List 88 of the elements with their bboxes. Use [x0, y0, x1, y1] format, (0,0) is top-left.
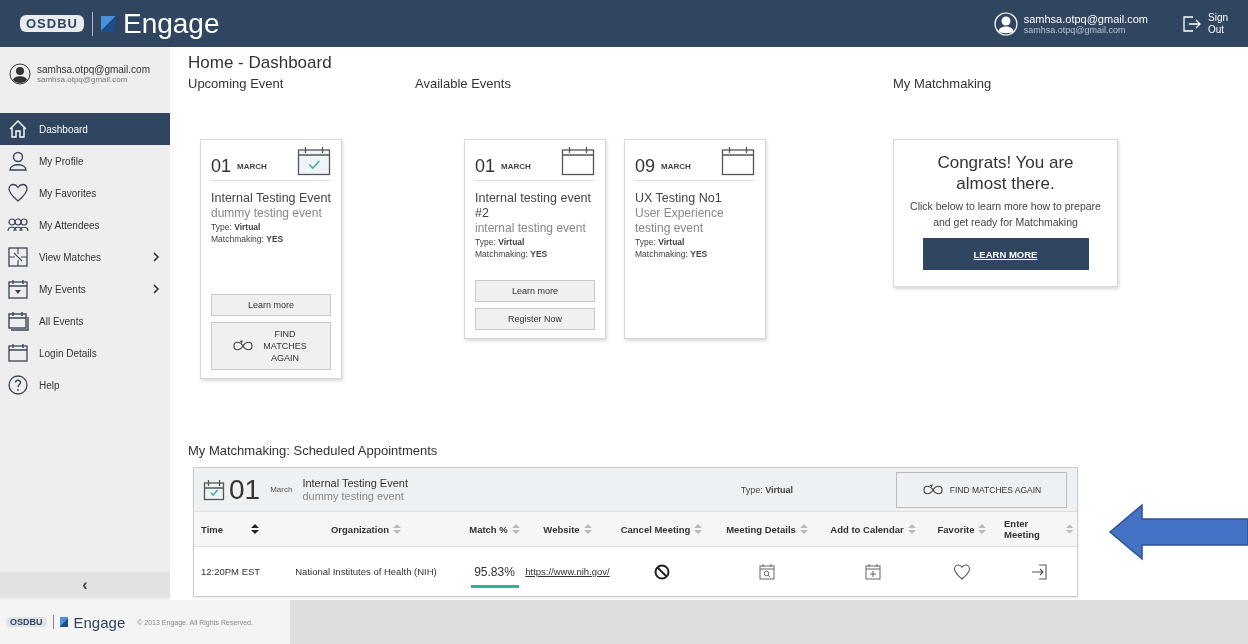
calendar-icon [7, 310, 29, 332]
section-heading: Upcoming Event [188, 75, 285, 93]
sign-out-link[interactable]: Sign Out [1208, 11, 1230, 36]
card-text: Click below to learn more how to prepare and get ready for Matchmaking [909, 199, 1102, 230]
event-matchmaking: Matchmaking: YES [211, 233, 285, 245]
sort-icon[interactable] [251, 524, 259, 534]
column-header[interactable]: Meeting Details [726, 523, 796, 535]
avatar-icon [9, 63, 31, 85]
section-heading: My Matchmaking: Scheduled Appointments [188, 442, 439, 460]
nav-item[interactable]: All Events [0, 305, 170, 337]
section-heading: Available Events [415, 75, 512, 93]
event-matchmaking: Matchmaking: YES [475, 248, 549, 260]
nav-item[interactable]: Help [0, 369, 170, 401]
column-header[interactable]: Website [543, 523, 580, 535]
column-header[interactable]: Match % [469, 523, 508, 535]
event-month: MARCH [237, 162, 268, 173]
help-icon [7, 374, 29, 396]
calendar-search-icon[interactable] [758, 562, 776, 581]
nav-item[interactable]: My Events [0, 273, 170, 305]
section-heading: My Matchmaking [893, 75, 993, 93]
logo-mark: OSDBU [6, 617, 47, 627]
card-button[interactable]: Learn more [211, 294, 331, 316]
nav-item[interactable]: My Profile [0, 145, 170, 177]
cancel-icon[interactable] [652, 562, 671, 581]
heart-icon[interactable] [953, 562, 971, 581]
event-month: MARCH [501, 162, 532, 173]
calendar-add-icon[interactable] [864, 562, 882, 581]
logo-text: Engage [73, 613, 126, 631]
event-type: Type: Virtual [635, 236, 686, 248]
user-email: samhsa.otpq@gmail.com [1023, 24, 1126, 35]
heart-icon [7, 182, 29, 204]
find-matches-button[interactable]: FIND MATCHES AGAIN [896, 471, 1067, 508]
event-type: Type: Virtual [740, 484, 793, 495]
enter-icon[interactable] [1029, 562, 1048, 581]
sign-out-icon[interactable] [1182, 13, 1202, 34]
collapse-button[interactable]: ‹ [0, 572, 170, 598]
event-month: MARCH [661, 162, 692, 173]
table-cell-text: National Institutes of Health (NIH) [294, 566, 438, 577]
event-day: 09 [635, 156, 656, 176]
column-header[interactable]: Add to Calendar [830, 523, 904, 535]
event-subtitle: dummy testing event [302, 489, 405, 503]
nav-item[interactable]: My Favorites [0, 177, 170, 209]
user-email: samhsa.otpq@gmail.com [37, 75, 129, 84]
logo-mark: OSDBU [20, 15, 84, 32]
user-name: samhsa.otpq@gmail.com [37, 64, 150, 75]
event-type: Type: Virtual [211, 221, 262, 233]
logo-icon [59, 617, 68, 627]
card-button[interactable]: Learn more [475, 280, 595, 302]
website-link[interactable]: https://www.nih.gov/ [525, 566, 610, 577]
event-month: March [270, 485, 293, 494]
column-header[interactable]: Favorite [937, 523, 975, 535]
avatar-icon[interactable] [993, 11, 1018, 36]
nav-item[interactable]: Dashboard [0, 113, 170, 145]
event-subtitle: internal testing event [475, 221, 587, 236]
nav-item[interactable]: Login Details [0, 337, 170, 369]
event-title: Internal testing event #2 [475, 191, 593, 221]
event-day: 01 [475, 156, 496, 176]
event-day: 01 [211, 156, 232, 176]
person-icon [7, 150, 29, 172]
user-name: samhsa.otpq@gmail.com [1023, 12, 1148, 25]
puzzle-icon [7, 246, 29, 268]
event-day: 01 [229, 473, 261, 506]
find-matches-button[interactable]: FIND MATCHES AGAIN [211, 322, 331, 370]
match-bar [470, 585, 519, 588]
home-icon [7, 118, 29, 140]
card-button[interactable]: Register Now [475, 308, 595, 330]
event-type: Type: Virtual [475, 236, 526, 248]
column-header[interactable]: Cancel Meeting [620, 523, 691, 535]
page-title: Home - Dashboard [188, 53, 333, 73]
nav-item[interactable]: My Attendees [0, 209, 170, 241]
match-percent: 95.83% [474, 565, 515, 579]
event-title: Internal Testing Event [211, 191, 331, 206]
event-subtitle: User Experience testing event [635, 206, 725, 236]
event-matchmaking: Matchmaking: YES [635, 248, 709, 260]
logo-icon [100, 15, 115, 32]
column-header[interactable]: Time [201, 523, 223, 535]
card-title: Congrats! You are almost there. [936, 152, 1075, 194]
column-header[interactable]: Organization [330, 523, 390, 535]
calendar-icon [7, 342, 29, 364]
column-header[interactable]: Enter Meeting [1004, 518, 1062, 540]
event-title: Internal Testing Event [302, 476, 408, 490]
event-title: UX Testing No1 [635, 191, 723, 206]
event-subtitle: dummy testing event [211, 206, 323, 221]
learn-more-button[interactable]: LEARN MORE [922, 238, 1089, 270]
table-cell-text: 12:20PM EST [200, 566, 262, 577]
nav-item[interactable]: View Matches [0, 241, 170, 273]
logo-text: Engage [122, 7, 220, 40]
calendar-icon [7, 278, 29, 300]
